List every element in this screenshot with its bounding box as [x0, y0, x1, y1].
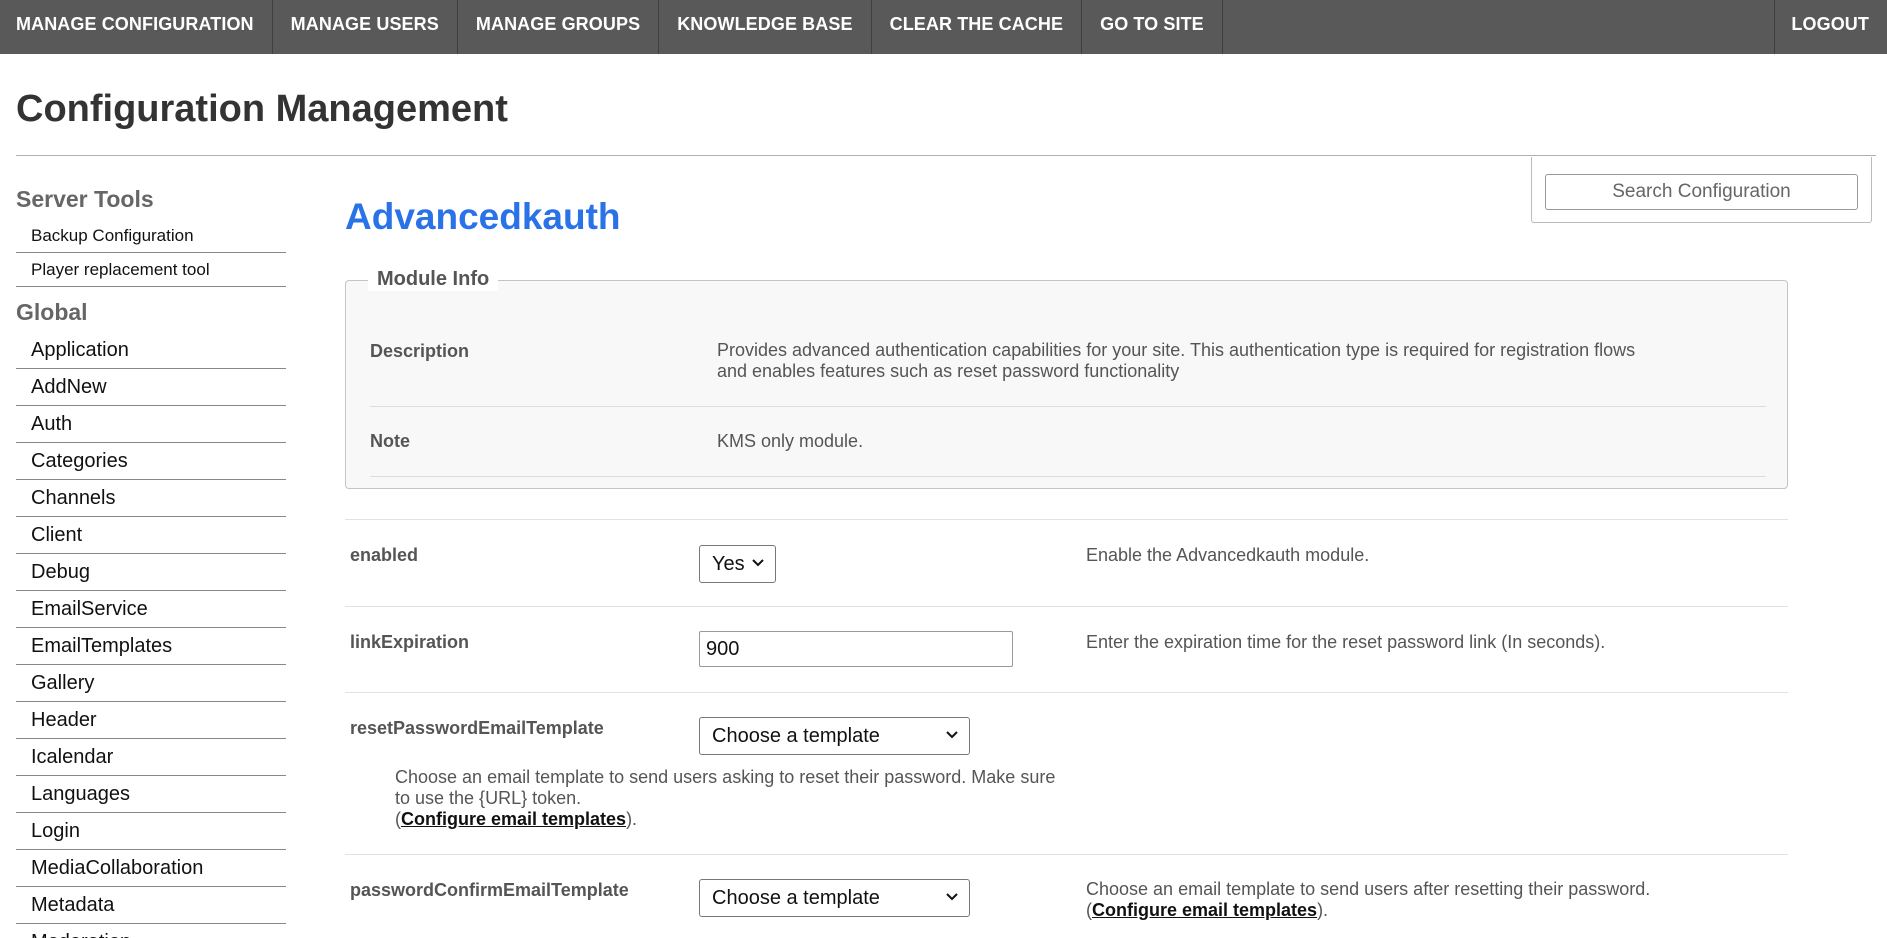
config-row-enabled: enabled Yes Enable the Advancedkauth mod… — [345, 519, 1788, 606]
password-confirm-link-line: (Configure email templates). — [1086, 900, 1650, 921]
sidebar-item-application[interactable]: Application — [16, 332, 286, 369]
close-paren: ). — [1317, 900, 1329, 920]
note-label: Note — [370, 431, 410, 451]
description-line-1: Provides advanced authentication capabil… — [717, 340, 1636, 360]
sidebar-item-emailservice[interactable]: EmailService — [16, 591, 286, 628]
top-nav-left: MANAGE CONFIGURATION MANAGE USERS MANAGE… — [0, 0, 1223, 54]
chevron-down-icon — [752, 559, 764, 567]
nav-logout[interactable]: LOGOUT — [1774, 0, 1887, 54]
description-label: Description — [370, 341, 470, 361]
sidebar-item-mediacollaboration[interactable]: MediaCollaboration — [16, 850, 286, 887]
module-info-panel: Module Info Description Provides advance… — [345, 268, 1788, 489]
chevron-down-icon — [946, 893, 958, 901]
sidebar-item-metadata[interactable]: Metadata — [16, 887, 286, 924]
page-title: Configuration Management — [16, 88, 508, 130]
link-expiration-label: linkExpiration — [350, 632, 470, 652]
top-nav-bar: MANAGE CONFIGURATION MANAGE USERS MANAGE… — [0, 0, 1887, 54]
search-panel — [1531, 157, 1872, 223]
sidebar-item-addnew[interactable]: AddNew — [16, 369, 286, 406]
nav-knowledge-base[interactable]: KNOWLEDGE BASE — [659, 0, 872, 54]
enabled-select-value: Yes — [712, 553, 745, 575]
password-confirm-template-select[interactable]: Choose a template — [699, 879, 970, 917]
module-info-description-row: Description Provides advanced authentica… — [370, 281, 1766, 407]
title-divider — [16, 155, 1876, 156]
sidebar-item-languages[interactable]: Languages — [16, 776, 286, 813]
sidebar-item-debug[interactable]: Debug — [16, 554, 286, 591]
enabled-description: Enable the Advancedkauth module. — [1086, 545, 1370, 565]
reset-password-template-label: resetPasswordEmailTemplate — [350, 718, 604, 738]
sidebar-item-categories[interactable]: Categories — [16, 443, 286, 480]
sidebar-item-channels[interactable]: Channels — [16, 480, 286, 517]
sidebar-heading-global: Global — [16, 299, 88, 325]
configure-email-templates-link[interactable]: Configure email templates — [1092, 900, 1317, 920]
sidebar-server-tools-list: Backup Configuration Player replacement … — [16, 219, 286, 287]
config-row-reset-password-email-template: resetPasswordEmailTemplate Choose a temp… — [345, 692, 1788, 854]
sidebar-item-client[interactable]: Client — [16, 517, 286, 554]
chevron-down-icon — [946, 731, 958, 739]
reset-password-link-line: (Configure email templates). — [395, 809, 1065, 830]
module-info-note-row: Note KMS only module. — [370, 407, 1766, 477]
note-value: KMS only module. — [717, 431, 864, 451]
nav-manage-configuration[interactable]: MANAGE CONFIGURATION — [0, 0, 273, 54]
top-nav-right: LOGOUT — [1774, 0, 1887, 54]
password-confirm-template-label: passwordConfirmEmailTemplate — [350, 880, 629, 900]
description-value: Provides advanced authentication capabil… — [717, 340, 1647, 382]
reset-password-template-description: Choose an email template to send users a… — [395, 767, 1065, 830]
link-expiration-input[interactable] — [699, 631, 1013, 667]
link-expiration-description: Enter the expiration time for the reset … — [1086, 632, 1606, 652]
nav-go-to-site[interactable]: GO TO SITE — [1082, 0, 1223, 54]
config-row-password-confirm-email-template: passwordConfirmEmailTemplate Choose a te… — [345, 854, 1788, 938]
sidebar-heading-server-tools: Server Tools — [16, 186, 154, 212]
nav-manage-users[interactable]: MANAGE USERS — [273, 0, 458, 54]
nav-clear-the-cache[interactable]: CLEAR THE CACHE — [872, 0, 1083, 54]
enabled-select[interactable]: Yes — [699, 545, 776, 583]
password-confirm-desc-line-1: Choose an email template to send users a… — [1086, 879, 1651, 899]
search-input[interactable] — [1545, 174, 1858, 210]
reset-password-desc-line-2: to use the {URL} token. — [395, 788, 582, 808]
sidebar: Server Tools Backup Configuration Player… — [16, 186, 286, 938]
nav-manage-groups[interactable]: MANAGE GROUPS — [458, 0, 660, 54]
configure-email-templates-link[interactable]: Configure email templates — [401, 809, 626, 829]
description-line-2: and enables features such as reset passw… — [717, 361, 1180, 381]
enabled-label: enabled — [350, 545, 419, 565]
password-confirm-template-select-value: Choose a template — [712, 887, 880, 909]
close-paren: ). — [626, 809, 638, 829]
reset-password-template-select[interactable]: Choose a template — [699, 717, 970, 755]
reset-password-template-select-value: Choose a template — [712, 725, 880, 747]
sidebar-item-gallery[interactable]: Gallery — [16, 665, 286, 702]
sidebar-item-header[interactable]: Header — [16, 702, 286, 739]
sidebar-item-player-replacement-tool[interactable]: Player replacement tool — [16, 253, 286, 287]
reset-password-desc-line-1: Choose an email template to send users a… — [395, 767, 1056, 787]
password-confirm-template-description: Choose an email template to send users a… — [1086, 879, 1650, 921]
config-row-link-expiration: linkExpiration Enter the expiration time… — [345, 606, 1788, 692]
sidebar-global-list: Application AddNew Auth Categories Chann… — [16, 332, 286, 938]
sidebar-item-login[interactable]: Login — [16, 813, 286, 850]
sidebar-item-auth[interactable]: Auth — [16, 406, 286, 443]
sidebar-item-emailtemplates[interactable]: EmailTemplates — [16, 628, 286, 665]
sidebar-item-icalendar[interactable]: Icalendar — [16, 739, 286, 776]
sidebar-item-moderation[interactable]: Moderation — [16, 924, 286, 938]
module-title: Advancedkauth — [345, 196, 621, 237]
sidebar-item-backup-configuration[interactable]: Backup Configuration — [16, 219, 286, 253]
